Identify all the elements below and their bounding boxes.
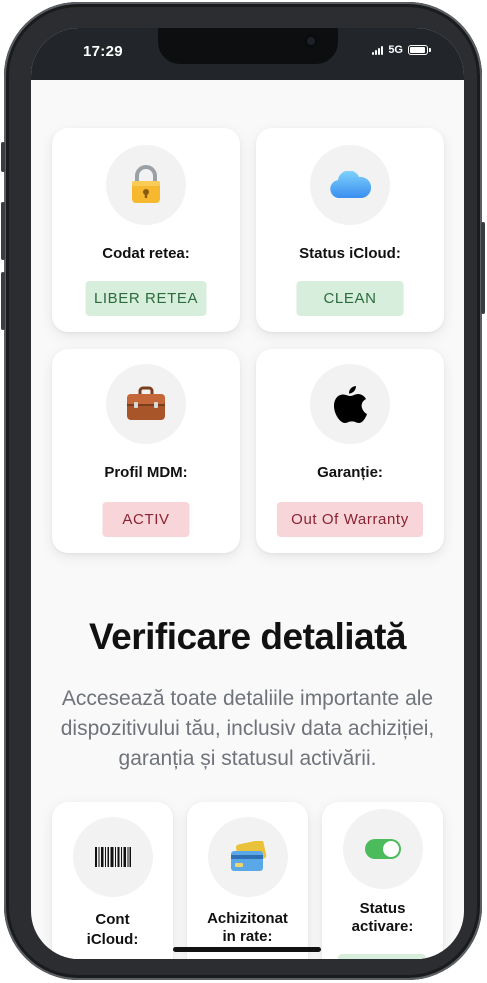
card-activation-status[interactable]: Status activare: — [322, 802, 443, 959]
briefcase-icon — [106, 364, 186, 444]
status-badge — [338, 954, 426, 959]
card-label: Garanție: — [317, 464, 383, 481]
volume-up-button — [1, 202, 5, 260]
card-purchased-installments[interactable]: Achizitonat in rate: — [187, 802, 308, 959]
card-label-line2: in rate: — [222, 928, 273, 945]
status-badge: Out Of Warranty — [277, 502, 423, 537]
card-label-line2: activare: — [351, 918, 414, 935]
home-indicator[interactable] — [173, 947, 321, 952]
main-content: Codat retea: LIBER RETEA Status iCloud: … — [31, 80, 464, 959]
volume-down-button — [1, 272, 5, 330]
power-button — [481, 222, 485, 314]
network-type: 5G — [388, 44, 403, 56]
card-label-line2: iCloud: — [86, 931, 139, 948]
card-network-lock[interactable]: Codat retea: LIBER RETEA — [52, 128, 240, 332]
notch — [158, 28, 338, 64]
mute-switch — [1, 142, 5, 172]
screen: 17:29 5G Codat retea: LIBER RETEA Status… — [31, 28, 464, 959]
card-icloud-account[interactable]: Cont iCloud: — [52, 802, 173, 959]
apple-logo-icon — [310, 364, 390, 444]
status-time: 17:29 — [83, 43, 123, 60]
card-label: Status iCloud: — [299, 245, 401, 262]
barcode-icon — [72, 817, 153, 897]
status-bar: 17:29 5G — [31, 28, 464, 80]
status-indicators: 5G — [372, 44, 431, 56]
phone-frame: 17:29 5G Codat retea: LIBER RETEA Status… — [1, 2, 485, 980]
section-title: Verificare detaliată — [88, 616, 407, 657]
card-label-line1: Status — [359, 900, 406, 917]
card-label-line1: Cont — [95, 911, 130, 928]
credit-card-icon — [207, 817, 288, 897]
cloud-icon — [310, 145, 390, 225]
front-camera — [304, 34, 318, 48]
card-label-line1: Achizitonat — [207, 910, 288, 927]
status-badge: LIBER RETEA — [85, 281, 207, 316]
status-badge: CLEAN — [296, 281, 404, 316]
card-label: Profil MDM: — [104, 464, 188, 481]
card-mdm-profile[interactable]: Profil MDM: ACTIV — [52, 349, 240, 553]
toggle-on-icon — [342, 809, 423, 889]
card-icloud-status[interactable]: Status iCloud: CLEAN — [256, 128, 444, 332]
status-badge: ACTIV — [102, 502, 190, 537]
battery-icon — [408, 45, 431, 55]
signal-icon — [372, 45, 384, 55]
padlock-icon — [106, 145, 186, 225]
section-description: Accesează toate detaliile importante ale… — [60, 687, 435, 770]
card-label: Codat retea: — [102, 245, 190, 262]
card-warranty[interactable]: Garanție: Out Of Warranty — [256, 349, 444, 553]
